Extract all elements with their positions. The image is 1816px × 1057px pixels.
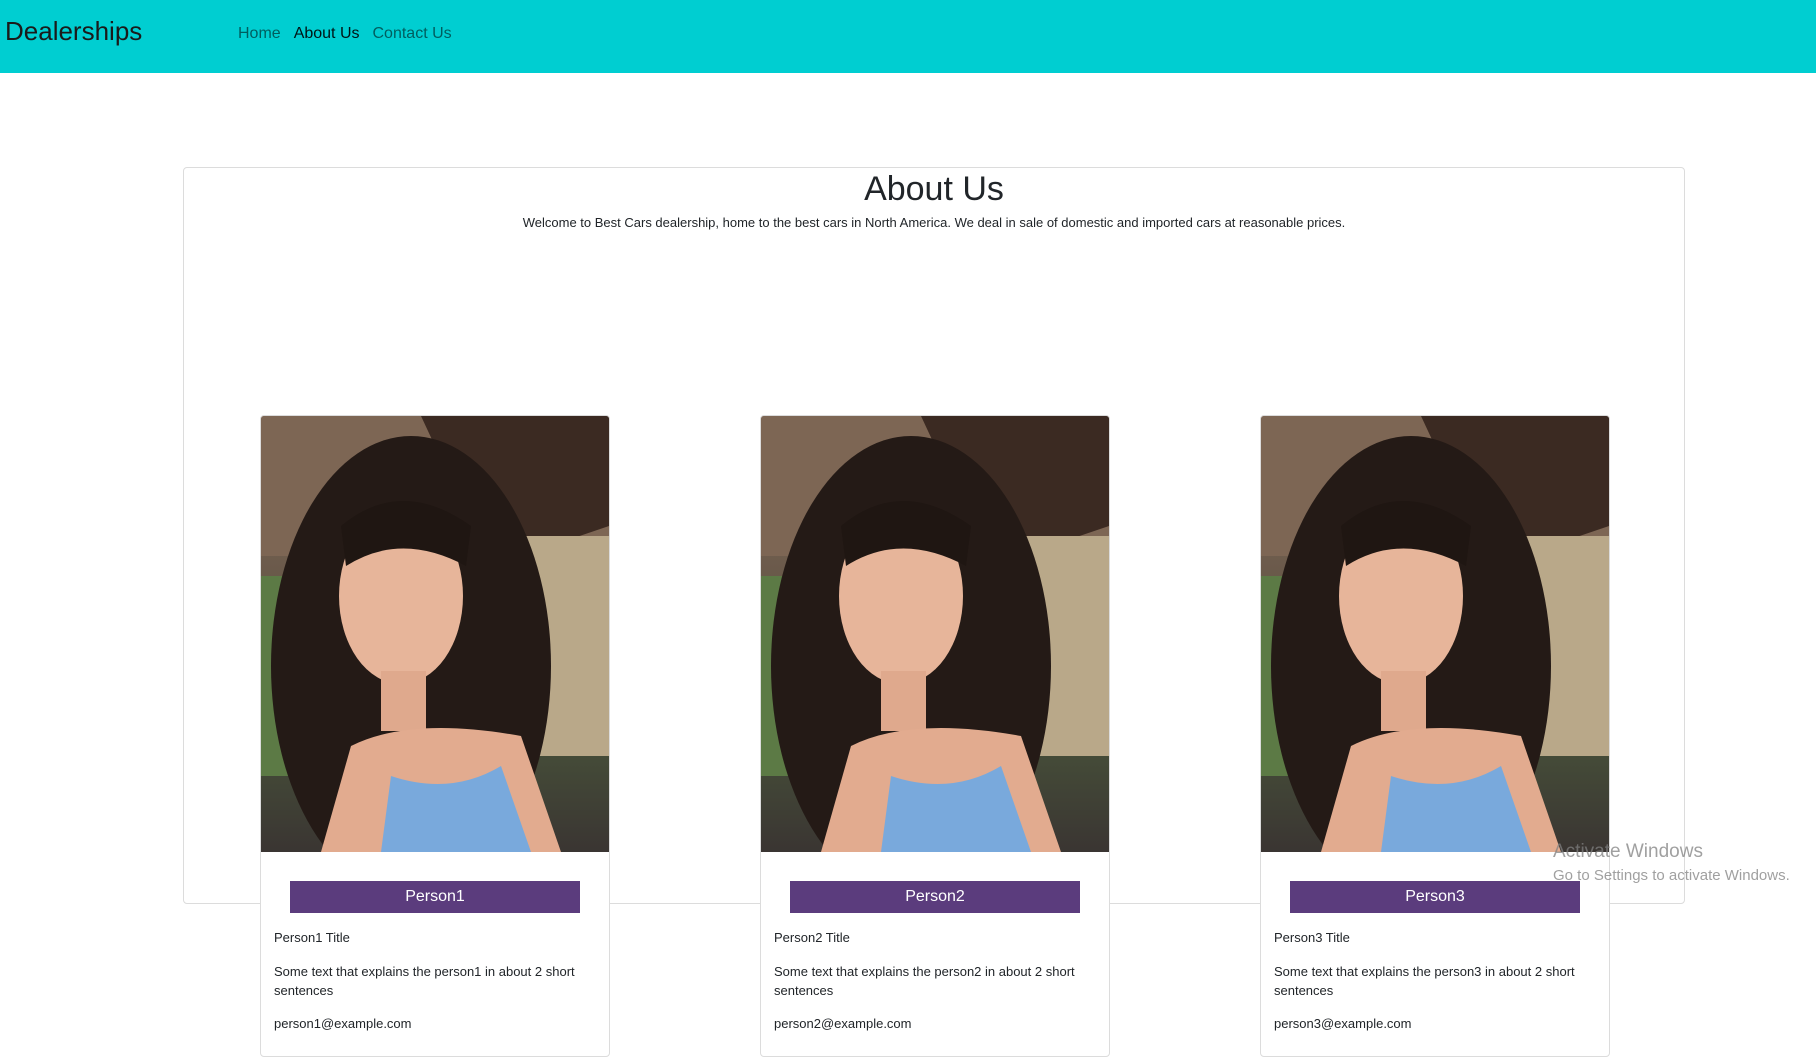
watermark-subtitle: Go to Settings to activate Windows. xyxy=(1553,867,1790,884)
person-card: Person3 Person3 Title Some text that exp… xyxy=(1260,415,1610,1057)
windows-activation-watermark: Activate Windows Go to Settings to activ… xyxy=(1553,841,1790,884)
page-title: About Us xyxy=(864,170,1004,208)
person-description: Some text that explains the person3 in a… xyxy=(1274,964,1575,998)
person-email: person1@example.com xyxy=(274,1016,412,1031)
person-photo xyxy=(761,416,1109,852)
person-name-button[interactable]: Person3 xyxy=(1290,881,1580,913)
nav-link-about-us[interactable]: About Us xyxy=(294,25,360,43)
person-card: Person1 Person1 Title Some text that exp… xyxy=(260,415,610,1057)
person-title: Person1 Title xyxy=(274,930,350,945)
person-email: person3@example.com xyxy=(1274,1016,1412,1031)
person-name-button[interactable]: Person1 xyxy=(290,881,580,913)
navbar: Dealerships Home About Us Contact Us xyxy=(0,0,1816,73)
watermark-title: Activate Windows xyxy=(1553,841,1703,862)
person-title: Person2 Title xyxy=(774,930,850,945)
person-email: person2@example.com xyxy=(774,1016,912,1031)
about-intro: Welcome to Best Cars dealership, home to… xyxy=(522,215,1346,230)
person-description: Some text that explains the person1 in a… xyxy=(274,964,575,998)
about-card: About Us Welcome to Best Cars dealership… xyxy=(183,167,1685,1057)
nav-link-contact-us[interactable]: Contact Us xyxy=(373,25,452,43)
nav-link-home[interactable]: Home xyxy=(238,25,281,43)
person-photo xyxy=(261,416,609,852)
person-card: Person2 Person2 Title Some text that exp… xyxy=(760,415,1110,1057)
person-photo xyxy=(1261,416,1609,852)
person-title: Person3 Title xyxy=(1274,930,1350,945)
person-name-button[interactable]: Person2 xyxy=(790,881,1080,913)
nav-links: Home About Us Contact Us xyxy=(238,25,452,43)
brand-logo[interactable]: Dealerships xyxy=(5,16,142,47)
person-description: Some text that explains the person2 in a… xyxy=(774,964,1075,998)
